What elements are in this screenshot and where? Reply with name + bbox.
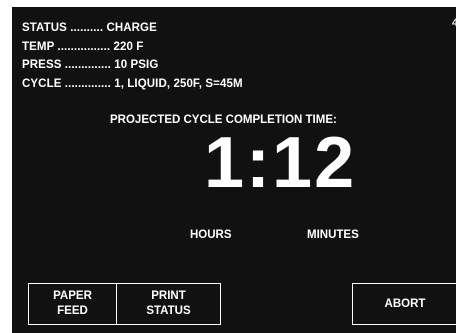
abort-label: ABORT xyxy=(384,297,426,310)
abort-button[interactable]: ABORT xyxy=(352,283,456,325)
sterilizer-display-screen: STATUS .......... CHARGE TEMP ..........… xyxy=(12,7,456,333)
cycle-label: CYCLE .............. xyxy=(22,77,111,90)
status-value: CHARGE xyxy=(106,22,157,34)
completion-time-readout: 1:12 xyxy=(204,123,357,203)
temp-value: 220 F xyxy=(113,40,144,53)
status-row-status: STATUS .......... CHARGE xyxy=(22,19,243,38)
corner-indicator: 4 xyxy=(451,17,456,29)
print-status-label-line2: STATUS xyxy=(146,305,191,317)
status-row-temp: TEMP ................ 220 F xyxy=(22,38,243,57)
temp-label: TEMP ................ xyxy=(22,40,111,53)
print-status-button[interactable]: PRINT STATUS xyxy=(116,283,221,325)
status-row-press: PRESS .............. 10 PSIG xyxy=(22,56,243,75)
paper-feed-button[interactable]: PAPER FEED xyxy=(28,283,117,325)
status-label: STATUS .......... xyxy=(22,22,104,34)
print-status-label-line1: PRINT xyxy=(151,290,186,302)
hours-unit-label: HOURS xyxy=(190,229,232,241)
paper-feed-label-line2: FEED xyxy=(57,305,88,317)
cycle-value: 1, LIQUID, 250F, S=45M xyxy=(114,77,243,90)
status-panel: STATUS .......... CHARGE TEMP ..........… xyxy=(22,19,243,93)
press-label: PRESS .............. xyxy=(22,59,111,71)
paper-feed-label-line1: PAPER xyxy=(53,290,92,302)
minutes-unit-label: MINUTES xyxy=(307,229,359,241)
press-value: 10 PSIG xyxy=(114,59,159,71)
status-row-cycle: CYCLE .............. 1, LIQUID, 250F, S=… xyxy=(22,75,243,94)
